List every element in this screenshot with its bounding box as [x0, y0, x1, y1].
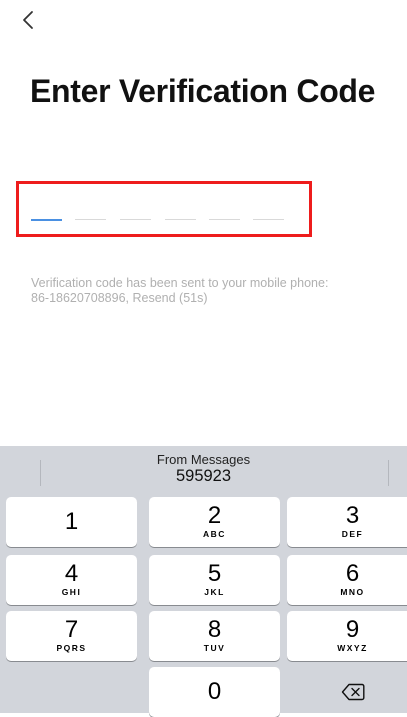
- back-button[interactable]: [18, 8, 38, 32]
- key-3-digit: 3: [345, 502, 360, 529]
- code-slot-3[interactable]: [120, 219, 151, 220]
- autofill-suggestion[interactable]: From Messages 595923: [0, 446, 407, 492]
- hint-line-1: Verification code has been sent to your …: [31, 276, 329, 290]
- suggestion-source: From Messages: [156, 452, 251, 467]
- key-2-letters: ABC: [203, 529, 226, 539]
- key-0[interactable]: 0: [149, 667, 280, 717]
- key-5[interactable]: 5 JKL: [149, 555, 280, 605]
- key-7[interactable]: 7 PQRS: [6, 611, 137, 661]
- key-4-digit: 4: [64, 560, 79, 587]
- code-slot-5[interactable]: [209, 219, 240, 220]
- numeric-keyboard: From Messages 595923 1 2 ABC 3 DEF 4 GHI…: [0, 446, 407, 717]
- code-slot-6[interactable]: [253, 219, 284, 220]
- delete-key[interactable]: [287, 667, 407, 717]
- code-slot-2[interactable]: [75, 219, 106, 220]
- key-9-letters: WXYZ: [337, 643, 368, 653]
- verification-hint: Verification code has been sent to your …: [31, 276, 381, 306]
- key-6[interactable]: 6 MNO: [287, 555, 407, 605]
- key-9[interactable]: 9 WXYZ: [287, 611, 407, 661]
- backspace-icon: [341, 683, 364, 701]
- key-1[interactable]: 1: [6, 497, 137, 547]
- key-0-digit: 0: [207, 678, 222, 705]
- key-3-letters: DEF: [341, 529, 364, 539]
- key-4[interactable]: 4 GHI: [6, 555, 137, 605]
- key-9-digit: 9: [345, 616, 360, 643]
- page-title: Enter Verification Code: [30, 73, 376, 109]
- suggestion-code: 595923: [175, 467, 232, 485]
- hint-line-2: 86-18620708896, Resend (51s): [31, 291, 208, 305]
- key-7-digit: 7: [64, 616, 79, 643]
- key-4-letters: GHI: [61, 587, 82, 597]
- key-8-letters: TUV: [203, 643, 226, 653]
- key-6-digit: 6: [345, 560, 360, 587]
- key-3[interactable]: 3 DEF: [287, 497, 407, 547]
- code-slot-1[interactable]: [31, 219, 62, 221]
- key-7-letters: PQRS: [56, 643, 87, 653]
- chevron-left-icon: [23, 11, 33, 29]
- key-6-letters: MNO: [340, 587, 365, 597]
- key-8[interactable]: 8 TUV: [149, 611, 280, 661]
- code-slot-4[interactable]: [165, 219, 196, 220]
- verification-code-input[interactable]: [16, 181, 312, 237]
- key-5-letters: JKL: [204, 587, 225, 597]
- key-2-digit: 2: [207, 502, 222, 529]
- key-1-digit: 1: [64, 508, 79, 535]
- key-8-digit: 8: [207, 616, 222, 643]
- key-5-digit: 5: [207, 560, 222, 587]
- key-2[interactable]: 2 ABC: [149, 497, 280, 547]
